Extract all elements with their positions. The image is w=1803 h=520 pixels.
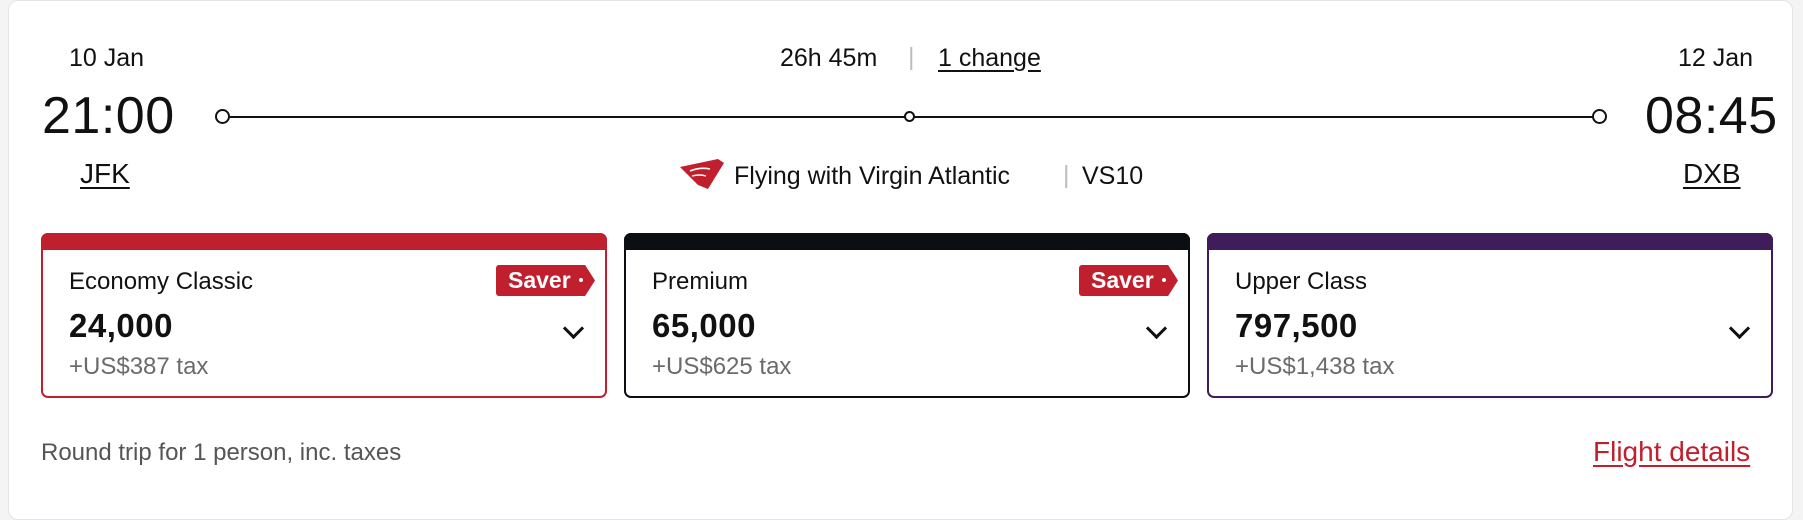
chevron-down-icon[interactable] [562,317,585,340]
fare-tax: +US$1,438 tax [1235,353,1395,380]
pricing-note: Round trip for 1 person, inc. taxes [41,439,402,466]
fare-tax: +US$625 tax [652,353,792,380]
saver-badge: Saver [496,265,595,296]
flight-details-link[interactable]: Flight details [1593,436,1750,468]
fare-accent-bar [624,233,1190,250]
fare-accent-bar [1207,233,1773,250]
chevron-down-icon[interactable] [1145,317,1168,340]
arrival-time: 08:45 [1645,87,1778,145]
arrival-date: 12 Jan [1678,44,1754,72]
saver-badge: Saver [1079,265,1178,296]
flight-result-card: 10 Jan 21:00 JFK 12 Jan 08:45 DXB 26h 45… [8,0,1793,520]
flight-duration: 26h 45m [780,44,878,72]
fare-points: 24,000 [69,307,173,344]
divider: | [908,43,915,71]
origin-node-icon [215,109,230,124]
fare-option-upper-class[interactable]: Upper Class 797,500 +US$1,438 tax [1207,233,1773,398]
arrival-airport-link[interactable]: DXB [1683,158,1741,190]
fare-accent-bar [41,233,607,250]
route-line [230,116,1606,118]
fare-name: Economy Classic [69,268,254,295]
flight-number: VS10 [1082,162,1144,190]
departure-time: 21:00 [42,87,175,145]
destination-node-icon [1592,109,1607,124]
fare-points: 797,500 [1235,307,1358,344]
divider: | [1063,161,1070,189]
fare-points: 65,000 [652,307,756,344]
fare-option-premium[interactable]: Premium Saver 65,000 +US$625 tax [624,233,1190,398]
departure-date: 10 Jan [69,44,145,72]
fare-option-economy[interactable]: Economy Classic Saver 24,000 +US$387 tax [41,233,607,398]
stopover-node-icon [904,111,915,122]
chevron-down-icon[interactable] [1728,317,1751,340]
fare-tax: +US$387 tax [69,353,209,380]
fare-name: Upper Class [1235,268,1368,295]
virgin-atlantic-logo-icon [678,157,724,191]
departure-airport-link[interactable]: JFK [80,158,130,190]
operator-name: Flying with Virgin Atlantic [734,162,1011,190]
changes-link[interactable]: 1 change [938,44,1041,73]
fare-name: Premium [652,268,749,295]
